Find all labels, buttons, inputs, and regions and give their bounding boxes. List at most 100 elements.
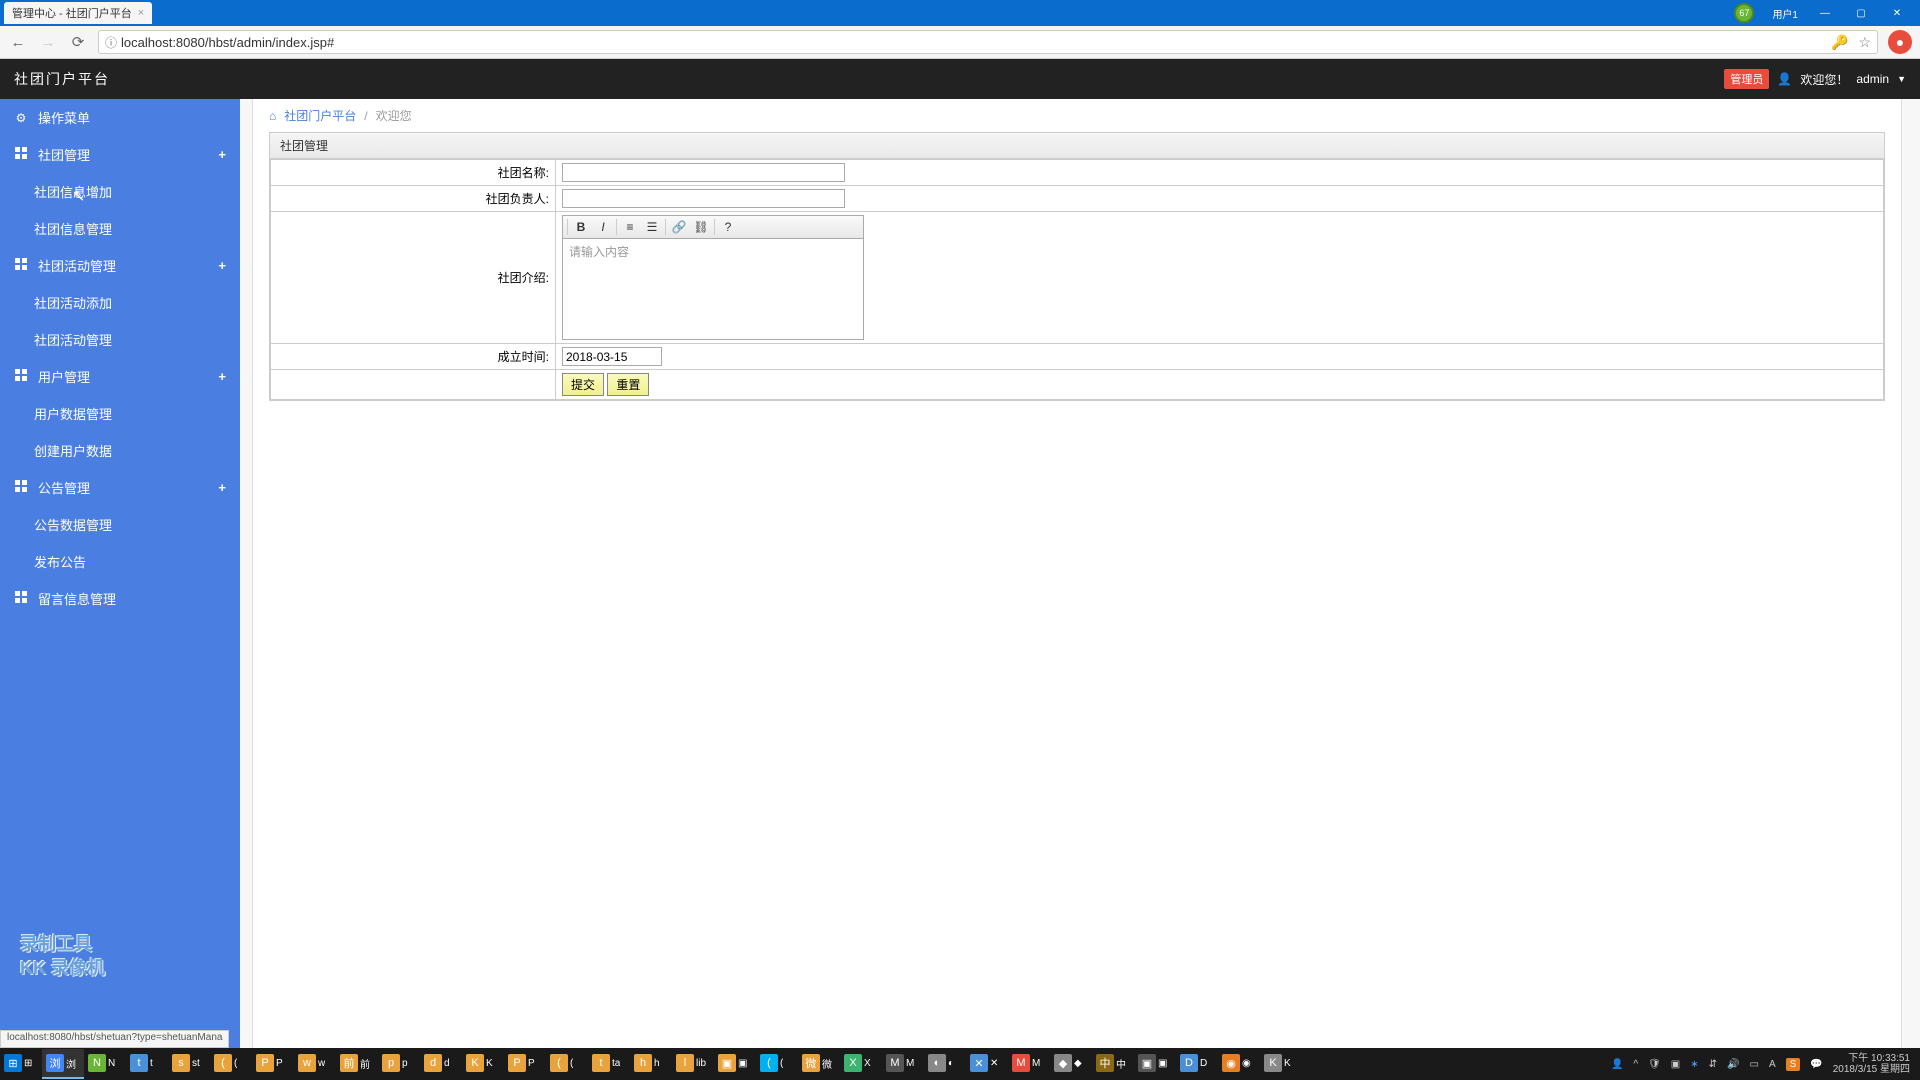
taskbar-item[interactable]: ww [294,1049,336,1079]
taskbar-item[interactable]: tta [588,1049,630,1079]
taskbar-item[interactable]: KK [462,1049,504,1079]
sidebar-group-notice[interactable]: 公告管理 + [0,469,240,506]
taskbar-item[interactable]: MM [882,1049,924,1079]
notification-badge[interactable]: 67 [1734,3,1754,23]
sidebar-item-activity-add[interactable]: 社团活动添加 [0,284,240,321]
editor-body[interactable]: 请输入内容 [563,239,863,339]
link-icon[interactable]: 🔗 [670,218,688,236]
home-icon[interactable]: ⌂ [269,109,276,123]
close-tab-icon[interactable]: × [138,7,144,19]
taskbar-item[interactable]: ◆◆ [1050,1049,1092,1079]
input-date[interactable] [562,347,662,366]
tray-cube-icon[interactable]: ▣ [1671,1059,1680,1070]
ordered-list-icon[interactable]: ≡ [621,218,639,236]
input-club-leader[interactable] [562,189,845,208]
tray-battery-icon[interactable]: ▭ [1749,1059,1758,1070]
window-user-label: 用户1 [1772,6,1798,21]
taskbar-item[interactable]: 前前 [336,1049,378,1079]
content-area: ⌂ 社团门户平台 / 欢迎您 社团管理 社团名称: 社团负责人: [240,99,1920,1048]
taskbar-item[interactable]: (( [756,1049,798,1079]
taskbar-item[interactable]: MM [1008,1049,1050,1079]
key-icon[interactable]: 🔑 [1831,34,1848,51]
reload-icon[interactable]: ⟳ [68,32,88,52]
italic-icon[interactable]: I [594,218,612,236]
sidebar-group-user[interactable]: 用户管理 + [0,358,240,395]
maximize-icon[interactable]: ▢ [1852,6,1870,20]
plus-icon: + [218,258,226,273]
tray-network-icon[interactable]: ⇵ [1709,1059,1717,1070]
taskbar-item[interactable]: (( [210,1049,252,1079]
star-icon[interactable]: ☆ [1858,34,1871,51]
taskbar-item[interactable]: 中中 [1092,1049,1134,1079]
sidebar-item-user-data[interactable]: 用户数据管理 [0,395,240,432]
tab-title: 管理中心 - 社团门户平台 [12,5,132,21]
taskbar-item[interactable]: sst [168,1049,210,1079]
taskbar-item[interactable]: PP [504,1049,546,1079]
sidebar-group-activity[interactable]: 社团活动管理 + [0,247,240,284]
taskbar-item[interactable]: dd [420,1049,462,1079]
sidebar-item-notice-data[interactable]: 公告数据管理 [0,506,240,543]
welcome-text: 欢迎您！ [1800,71,1848,88]
sidebar-group-club[interactable]: 社团管理 + [0,136,240,173]
url-input[interactable] [121,35,1831,50]
breadcrumb-home[interactable]: 社团门户平台 [284,107,356,124]
unlink-icon[interactable]: ⛓ [692,218,710,236]
help-icon[interactable]: ? [719,218,737,236]
sidebar-group-message[interactable]: 留言信息管理 [0,580,240,617]
taskbar-item[interactable]: ▣▣ [714,1049,756,1079]
sidebar-item-club-manage[interactable]: 社团信息管理 [0,210,240,247]
taskbar-item[interactable]: 微微 [798,1049,840,1079]
taskbar-item[interactable]: llib [672,1049,714,1079]
browser-tab[interactable]: 管理中心 - 社团门户平台 × [4,2,152,24]
tray-bluetooth-icon[interactable]: ∗ [1690,1059,1698,1070]
taskbar-item[interactable]: hh [630,1049,672,1079]
tray-ime-icon[interactable]: A [1769,1059,1776,1070]
bold-icon[interactable]: B [572,218,590,236]
browser-menu-icon[interactable]: ● [1888,30,1912,54]
close-window-icon[interactable]: ✕ [1888,6,1906,20]
taskbar-item[interactable]: ⊞⊞ [0,1049,42,1079]
taskbar-item[interactable]: (( [546,1049,588,1079]
browser-toolbar: ← → ⟳ ⓘ 🔑 ☆ ● [0,26,1920,59]
sidebar-item-club-add[interactable]: 社团信息增加 [0,173,240,210]
sidebar-item-user-create[interactable]: 创建用户数据 [0,432,240,469]
taskbar-item[interactable]: ▣▣ [1134,1049,1176,1079]
input-club-name[interactable] [562,163,845,182]
tray-msg-icon[interactable]: 💬 [1810,1059,1822,1070]
taskbar-item[interactable]: NN [84,1049,126,1079]
window-title-bar: 管理中心 - 社团门户平台 × 67 用户1 — ▢ ✕ [0,0,1920,26]
info-icon[interactable]: ⓘ [105,34,117,51]
reset-button[interactable]: 重置 [607,373,649,396]
rich-text-editor: B I ≡ ☰ 🔗 ⛓ ? [562,215,864,340]
sidebar-item-notice-publish[interactable]: 发布公告 [0,543,240,580]
taskbar-item[interactable]: KK [1260,1049,1302,1079]
taskbar-item[interactable]: ◉◉ [1218,1049,1260,1079]
minimize-icon[interactable]: — [1816,6,1834,20]
taskbar-item[interactable]: 浏浏 [42,1049,84,1079]
grid-icon [15,147,27,159]
system-tray[interactable]: 👤 ^ 🛡 ▣ ∗ ⇵ 🔊 ▭ A S 💬 下午 10:33:51 2018/3… [1611,1053,1920,1075]
taskbar-item[interactable]: ✕✕ [966,1049,1008,1079]
tray-people-icon[interactable]: 👤 [1611,1059,1623,1070]
tray-volume-icon[interactable]: 🔊 [1727,1059,1739,1070]
tray-shield-icon[interactable]: 🛡 [1648,1059,1661,1070]
taskbar-item[interactable]: pp [378,1049,420,1079]
sidebar-item-activity-manage[interactable]: 社团活动管理 [0,321,240,358]
taskbar-item[interactable]: tt [126,1049,168,1079]
submit-button[interactable]: 提交 [562,373,604,396]
clock[interactable]: 下午 10:33:51 2018/3/15 星期四 [1833,1053,1910,1075]
user-menu[interactable]: 管理员 👤 欢迎您！ admin ▼ [1724,69,1906,89]
brand-title: 社团门户平台 [14,69,110,89]
address-bar[interactable]: ⓘ 🔑 ☆ [98,30,1878,54]
back-icon[interactable]: ← [8,32,28,52]
taskbar-item[interactable]: XX [840,1049,882,1079]
taskbar-item[interactable]: DD [1176,1049,1218,1079]
taskbar-item[interactable]: ◐◐ [924,1049,966,1079]
forward-icon[interactable]: → [38,32,58,52]
taskbar: ⊞⊞浏浏NNttsst((PPww前前ppddKKPP((ttahhllib▣▣… [0,1048,1920,1080]
taskbar-item[interactable]: PP [252,1049,294,1079]
tray-up-icon[interactable]: ^ [1633,1059,1638,1070]
app-header: 社团门户平台 管理员 👤 欢迎您！ admin ▼ [0,59,1920,99]
tray-s-icon[interactable]: S [1786,1058,1801,1071]
unordered-list-icon[interactable]: ☰ [643,218,661,236]
